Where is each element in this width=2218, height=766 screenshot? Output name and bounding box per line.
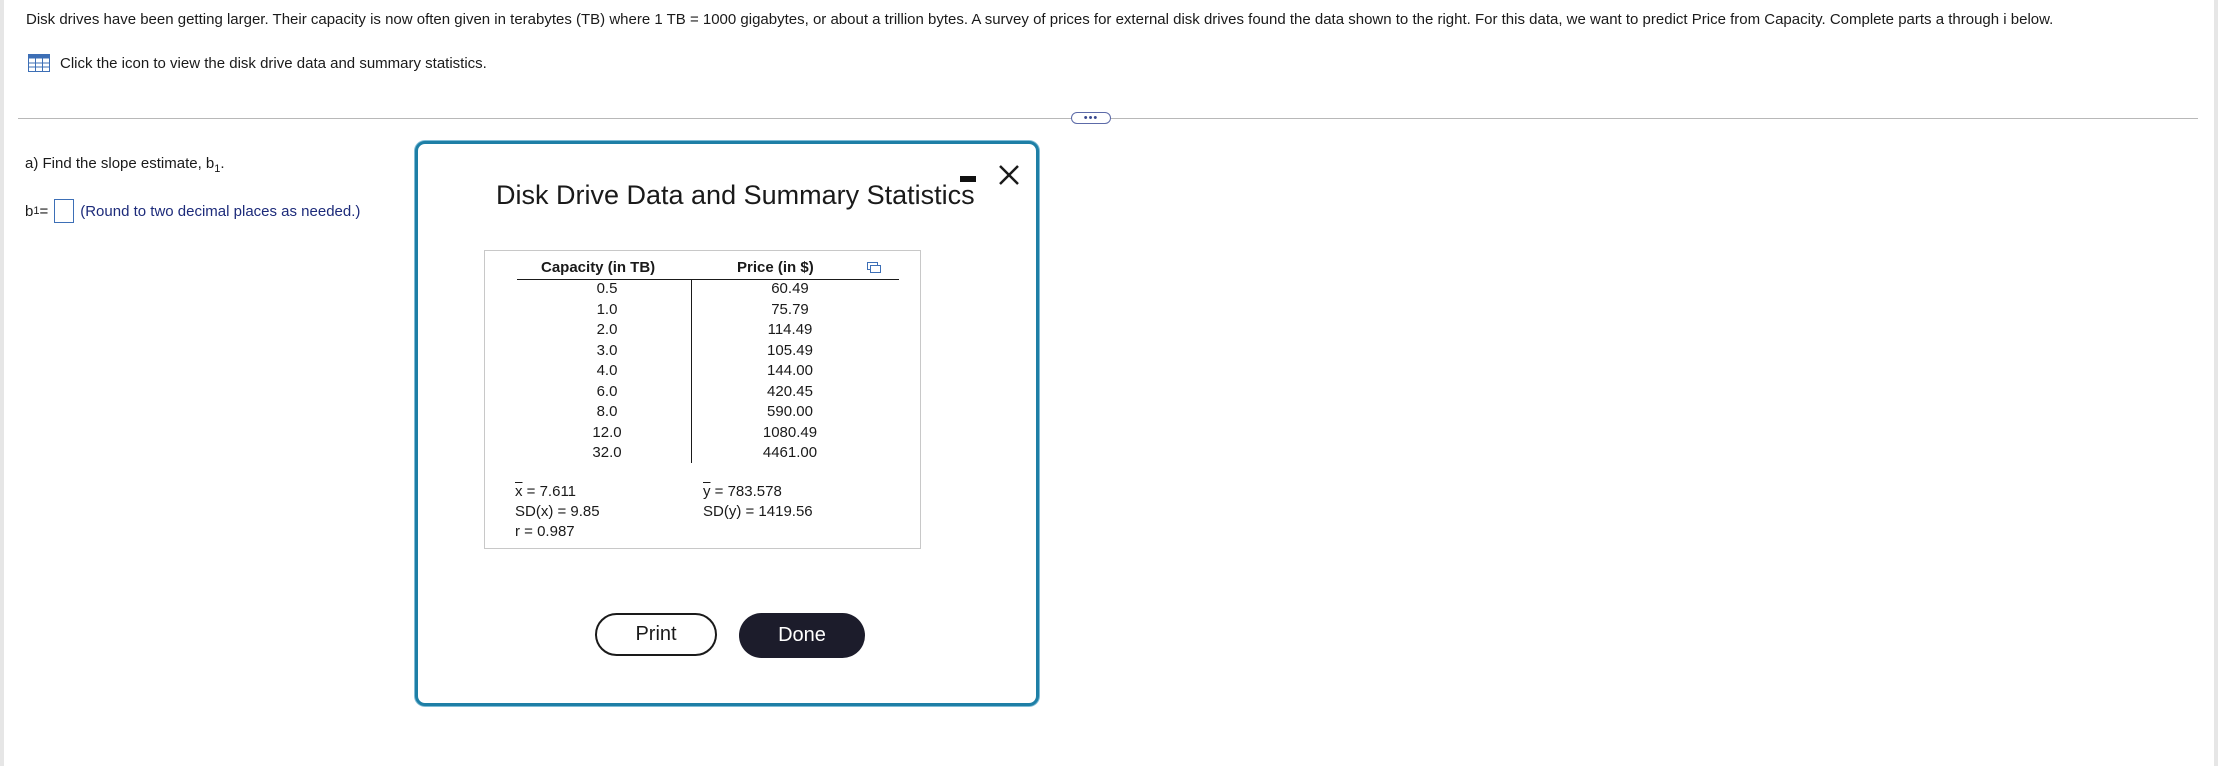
table-cell: 4461.00 bbox=[762, 444, 818, 461]
answer-row: b1 = (Round to two decimal places as nee… bbox=[25, 199, 360, 223]
table-cell: 420.45 bbox=[767, 382, 813, 400]
copy-to-clipboard-icon[interactable] bbox=[867, 262, 881, 274]
x-mean-value: = 7.611 bbox=[522, 483, 577, 500]
table-cell: 590.00 bbox=[767, 403, 813, 420]
column-separator bbox=[691, 279, 692, 463]
print-button[interactable]: Print bbox=[595, 613, 717, 656]
table-cell: 8.0 bbox=[596, 403, 618, 420]
table-cell: 12.0 bbox=[592, 423, 622, 441]
slope-answer-input[interactable] bbox=[54, 199, 75, 223]
problem-statement: Disk drives have been getting larger. Th… bbox=[26, 11, 2054, 28]
table-cell: 1080.49 bbox=[762, 423, 818, 441]
y-mean-symbol: y bbox=[703, 483, 711, 500]
x-summary-stats: x = 7.611 SD(x) = 9.85 r = 0.987 bbox=[515, 482, 600, 542]
table-cell: 2.0 bbox=[596, 321, 618, 338]
y-mean-value: = 783.578 bbox=[710, 483, 782, 500]
rounding-hint: (Round to two decimal places as needed.) bbox=[80, 202, 361, 220]
table-grid-icon[interactable] bbox=[28, 54, 50, 72]
table-cell: 4.0 bbox=[596, 362, 618, 379]
close-icon[interactable] bbox=[996, 162, 1022, 188]
header-rule bbox=[517, 279, 899, 280]
dialog-title: Disk Drive Data and Summary Statistics bbox=[496, 180, 975, 210]
table-cell: 1.0 bbox=[596, 300, 618, 318]
minimize-icon[interactable] bbox=[960, 176, 976, 182]
correlation-r: r = 0.987 bbox=[515, 523, 575, 540]
price-column: 60.49 75.79 114.49 105.49 144.00 420.45 … bbox=[750, 279, 830, 464]
y-sd: SD(y) = 1419.56 bbox=[703, 503, 813, 520]
capacity-column: 0.5 1.0 2.0 3.0 4.0 6.0 8.0 12.0 32.0 bbox=[577, 279, 637, 464]
x-mean: x = 7.611 bbox=[515, 482, 600, 502]
table-cell: 75.79 bbox=[771, 300, 809, 318]
y-mean: y = 783.578 bbox=[703, 482, 813, 502]
data-dialog: Disk Drive Data and Summary Statistics C… bbox=[415, 141, 1039, 706]
data-link[interactable]: Click the icon to view the disk drive da… bbox=[28, 54, 487, 72]
data-link-label[interactable]: Click the icon to view the disk drive da… bbox=[60, 55, 487, 72]
left-border bbox=[0, 0, 4, 766]
part-a-prompt-prefix: a) Find the slope estimate, b bbox=[25, 155, 215, 172]
y-summary-stats: y = 783.578 SD(y) = 1419.56 bbox=[703, 482, 813, 522]
table-cell: 6.0 bbox=[596, 382, 618, 400]
table-cell: 105.49 bbox=[767, 341, 813, 359]
right-scrollbar[interactable] bbox=[2214, 0, 2218, 766]
table-cell: 60.49 bbox=[771, 280, 809, 297]
table-cell: 114.49 bbox=[767, 321, 813, 338]
done-button[interactable]: Done bbox=[739, 613, 865, 658]
data-table-panel: Capacity (in TB) Price (in $) 0.5 1.0 2.… bbox=[484, 250, 921, 549]
price-column-header: Price (in $) bbox=[737, 259, 814, 276]
part-a-prompt-suffix: . bbox=[220, 155, 225, 172]
table-cell: 32.0 bbox=[592, 444, 622, 461]
capacity-column-header: Capacity (in TB) bbox=[541, 259, 656, 276]
table-cell: 3.0 bbox=[596, 341, 618, 359]
answer-label-eq: = bbox=[39, 202, 49, 220]
answer-label-prefix: b bbox=[25, 202, 34, 220]
part-a-prompt: a) Find the slope estimate, b1. bbox=[25, 155, 225, 175]
x-sd: SD(x) = 9.85 bbox=[515, 503, 600, 520]
x-mean-symbol: x bbox=[515, 483, 523, 500]
table-cell: 144.00 bbox=[767, 362, 813, 379]
table-cell: 0.5 bbox=[596, 280, 618, 297]
more-button[interactable]: ••• bbox=[1071, 112, 1111, 124]
